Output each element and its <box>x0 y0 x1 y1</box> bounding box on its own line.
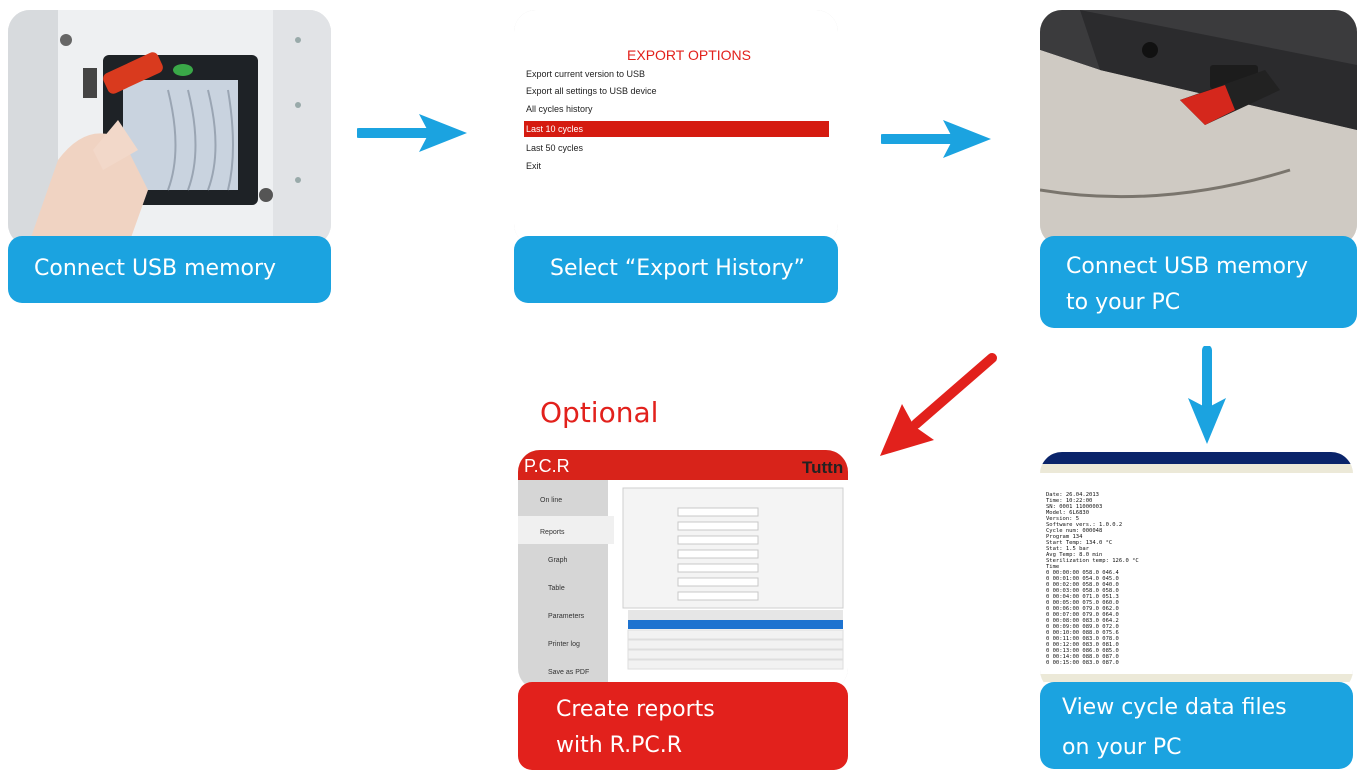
rpcr-menu-item: Reports <box>540 529 565 536</box>
export-menu-item: Last 50 cycles <box>526 143 584 153</box>
rpcr-menu-item: Save as PDF <box>548 669 589 676</box>
export-menu-item: All cycles history <box>526 104 593 114</box>
rpcr-software-screen: P.C.R Tuttn On line Reports Graph Table … <box>518 450 848 690</box>
rpcr-menu-item: Graph <box>548 557 568 564</box>
caption-line: on your PC <box>1062 735 1182 760</box>
step-caption: Connect USB memory to your PC <box>1040 236 1357 328</box>
export-menu-item: Export current version to USB <box>526 69 645 79</box>
rpcr-menu-item: Table <box>548 585 565 592</box>
caption-line: View cycle data files <box>1062 695 1287 720</box>
arrow-right-icon <box>357 114 467 152</box>
step-connect-pc: Connect USB memory to your PC <box>1040 10 1357 328</box>
rpcr-menu-item: Parameters <box>548 613 585 620</box>
arrow-diagonal-icon <box>880 353 997 456</box>
notepad-line: 0 00:15:00 083.0 087.0 <box>1046 660 1119 666</box>
step-select-export: EXPORT OPTIONS Export current version to… <box>514 10 838 303</box>
arrow-down-icon <box>1188 346 1226 444</box>
step-view-files: Date: 26.04.2013 Time: 10:22:00 SN: 0001… <box>1040 452 1353 769</box>
notepad-screen: Date: 26.04.2013 Time: 10:22:00 SN: 0001… <box>1040 452 1353 692</box>
step-connect-usb: Connect USB memory <box>8 10 331 303</box>
step-caption: View cycle data files on your PC <box>1040 682 1353 769</box>
export-menu-item-selected: Last 10 cycles <box>526 124 584 134</box>
caption-line: Select “Export History” <box>550 256 805 281</box>
step-create-reports: P.C.R Tuttn On line Reports Graph Table … <box>518 450 848 770</box>
arrow-right-icon <box>881 120 991 158</box>
step-caption: Select “Export History” <box>514 236 838 303</box>
usb-printer-photo <box>8 10 331 246</box>
export-menu-item: Exit <box>526 161 542 171</box>
rpcr-logo: P.C.R <box>524 456 570 476</box>
caption-line: Connect USB memory <box>1066 254 1309 279</box>
rpcr-menu-item: Printer log <box>548 641 580 648</box>
rpcr-menu-item: On line <box>540 497 562 504</box>
export-options-screen: EXPORT OPTIONS Export current version to… <box>514 10 838 246</box>
optional-label: Optional <box>540 396 659 429</box>
notepad-line: Sterilization temp: 126.0 °C <box>1046 558 1139 564</box>
export-menu-title: EXPORT OPTIONS <box>627 47 751 63</box>
export-menu-item: Export all settings to USB device <box>526 86 657 96</box>
step-caption: Connect USB memory <box>8 236 331 303</box>
rpcr-menu-selected <box>518 516 614 544</box>
caption-line: with R.PC.R <box>556 733 683 758</box>
caption-line: Create reports <box>556 697 715 722</box>
rpcr-brand: Tuttn <box>802 458 843 477</box>
caption-line: to your PC <box>1066 290 1181 315</box>
step-caption: Create reports with R.PC.R <box>518 682 848 770</box>
caption-line: Connect USB memory <box>34 256 277 281</box>
laptop-usb-photo <box>1040 10 1357 246</box>
